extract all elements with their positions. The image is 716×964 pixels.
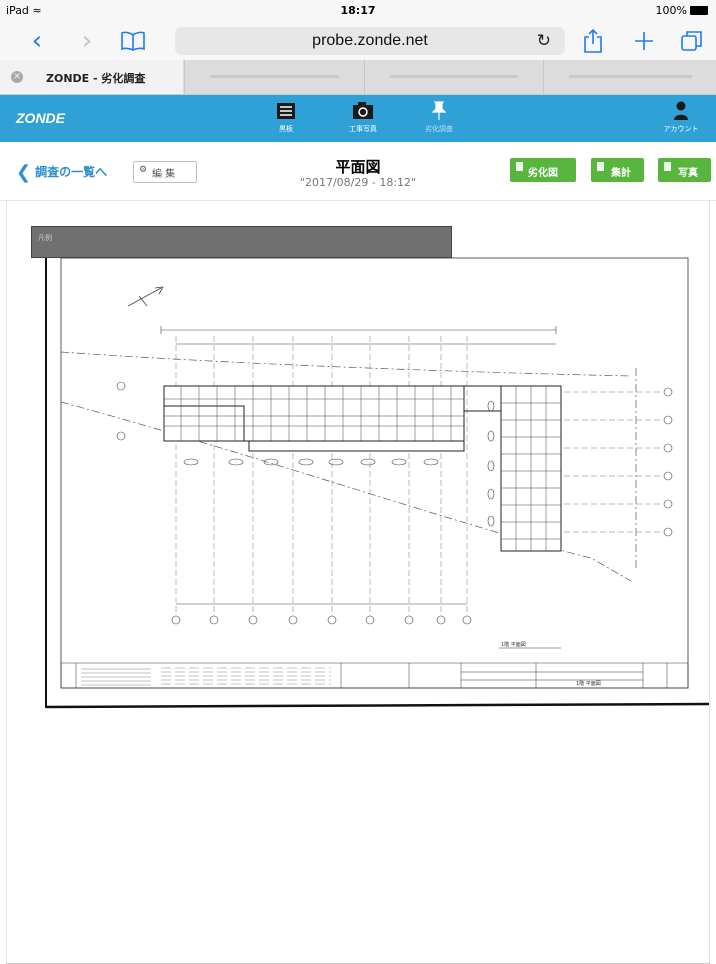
plan-caption: 1階 平面図	[501, 641, 526, 648]
bookmarks-icon[interactable]	[118, 26, 148, 56]
pin-icon	[432, 101, 446, 120]
browser-tab-strip: ✕ ZONDE - 劣化調査	[0, 60, 716, 95]
reload-icon[interactable]: ↻	[537, 31, 551, 51]
browser-toolbar: ‹ › probe.zonde.net ↻	[0, 22, 716, 60]
browser-tab-active[interactable]: ✕ ZONDE - 劣化調査	[0, 60, 183, 94]
url-text: probe.zonde.net	[312, 32, 428, 49]
battery-icon	[690, 6, 708, 15]
deterioration-map-button[interactable]: 劣化図	[510, 158, 576, 182]
document-icon	[597, 162, 604, 171]
browser-tab[interactable]	[364, 60, 543, 94]
tab-title: ZONDE - 劣化調査	[46, 72, 146, 85]
nav-label: アカウント	[663, 125, 699, 133]
browser-tab[interactable]	[543, 60, 716, 94]
nav-label: 工事写真	[349, 125, 377, 133]
browser-tab[interactable]	[184, 60, 364, 94]
share-icon[interactable]	[578, 26, 608, 56]
new-tab-icon[interactable]	[629, 26, 659, 56]
zonde-logo[interactable]: ZONDE	[16, 110, 65, 126]
tabs-overview-icon[interactable]	[677, 26, 707, 56]
legend-panel[interactable]: 凡例	[31, 226, 452, 258]
blackboard-icon	[277, 103, 295, 119]
status-bar: iPad ≈ 18:17 100%	[0, 0, 716, 22]
forward-arrow-icon[interactable]: ›	[72, 26, 102, 56]
status-time: 18:17	[340, 4, 376, 17]
nav-blackboard[interactable]: 黒板	[256, 101, 316, 134]
tab-close-icon[interactable]: ✕	[11, 71, 23, 83]
page-header: ❮ 調査の一覧へ ⚙ 編 集 平面図 "2017/08/29 - 18:12" 劣…	[0, 142, 716, 201]
account-icon	[674, 101, 688, 120]
photo-button[interactable]: 写真	[658, 158, 711, 182]
document-icon	[664, 162, 671, 171]
document-icon	[516, 162, 523, 171]
nav-deterioration-survey[interactable]: 劣化調査	[409, 101, 469, 134]
legend-label: 凡例	[38, 234, 52, 242]
nav-account[interactable]: アカウント	[651, 101, 711, 134]
nav-label: 黒板	[279, 125, 293, 133]
nav-label: 劣化調査	[425, 125, 453, 133]
titleblock-caption: 1階 平面図	[576, 680, 601, 687]
address-bar[interactable]: probe.zonde.net ↻	[175, 27, 565, 55]
back-arrow-icon[interactable]: ‹	[22, 26, 52, 56]
app-nav-bar: ZONDE 黒板 工事写真 劣化調査 アカウント	[0, 95, 716, 142]
battery-status: 100%	[656, 4, 708, 17]
summary-button[interactable]: 集計	[591, 158, 644, 182]
floor-plan-drawing[interactable]: 1階 平面図 1階 平面図	[31, 226, 711, 710]
nav-construction-photo[interactable]: 工事写真	[333, 101, 393, 134]
camera-icon	[353, 102, 373, 119]
